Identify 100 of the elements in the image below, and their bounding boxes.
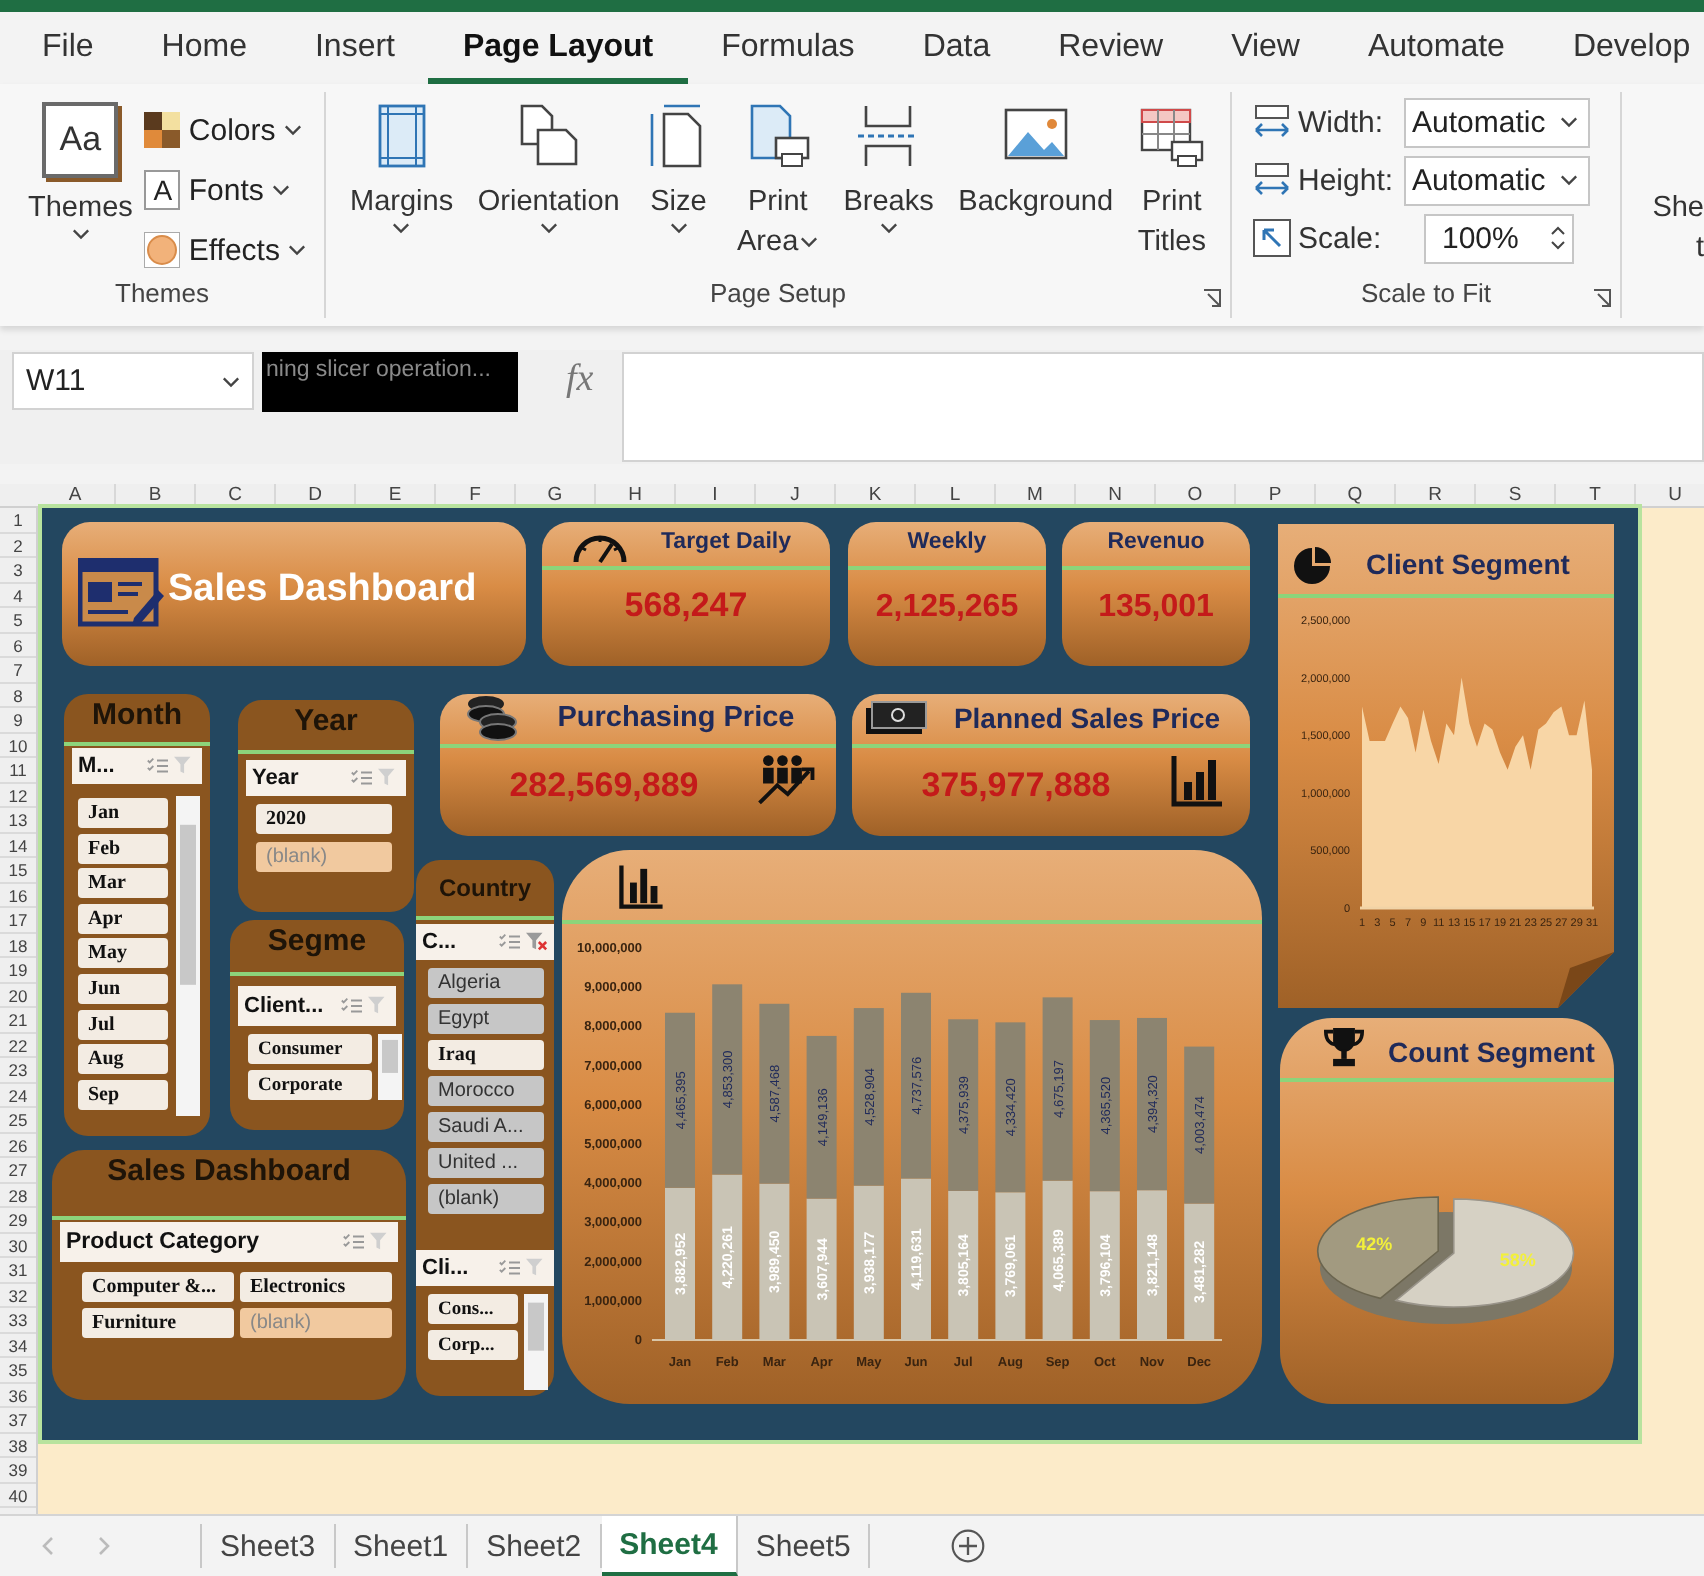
row-header[interactable]: 17: [0, 908, 36, 933]
row-header[interactable]: 30: [0, 1233, 36, 1258]
slicer-item[interactable]: Morocco: [428, 1076, 544, 1106]
row-header[interactable]: 34: [0, 1333, 36, 1358]
ribbon-tab[interactable]: View: [1197, 12, 1334, 84]
ribbon-tab[interactable]: Review: [1024, 12, 1198, 84]
page-setup-button[interactable]: Background: [950, 92, 1122, 278]
page-setup-button[interactable]: Print Area: [729, 92, 827, 278]
row-header[interactable]: 28: [0, 1183, 36, 1208]
page-setup-button[interactable]: Orientation: [469, 92, 628, 278]
slicer-item[interactable]: Saudi A...: [428, 1112, 544, 1142]
ribbon-tab[interactable]: Home: [127, 12, 281, 84]
insert-function-button[interactable]: fx: [566, 358, 618, 402]
slicer-item[interactable]: Computer &...: [82, 1272, 234, 1302]
slicer-item[interactable]: United ...: [428, 1148, 544, 1178]
row-header[interactable]: 22: [0, 1033, 36, 1058]
row-header[interactable]: 5: [0, 608, 36, 633]
row-header[interactable]: 37: [0, 1408, 36, 1433]
scrollbar[interactable]: [378, 1034, 402, 1100]
row-header[interactable]: 33: [0, 1308, 36, 1333]
row-header[interactable]: 24: [0, 1083, 36, 1108]
row-header[interactable]: 15: [0, 858, 36, 883]
page-setup-button[interactable]: Print Titles: [1129, 92, 1214, 278]
row-header[interactable]: 10: [0, 733, 36, 758]
row-header[interactable]: 35: [0, 1358, 36, 1383]
ribbon-tab[interactable]: Develop: [1538, 12, 1704, 84]
row-header[interactable]: 8: [0, 683, 36, 708]
ribbon-tab[interactable]: Insert: [280, 12, 429, 84]
slicer-item[interactable]: Jul: [78, 1009, 168, 1040]
name-box[interactable]: W11: [12, 352, 254, 410]
formula-input[interactable]: [622, 352, 1704, 462]
row-header[interactable]: 4: [0, 583, 36, 608]
row-header[interactable]: 21: [0, 1008, 36, 1033]
row-header[interactable]: 23: [0, 1058, 36, 1083]
page-setup-button[interactable]: Margins: [342, 92, 462, 278]
ribbon-tab[interactable]: File: [8, 12, 128, 84]
slicer-item[interactable]: Jun: [78, 973, 168, 1004]
sheet-tab[interactable]: Sheet3: [202, 1524, 336, 1568]
row-header[interactable]: 32: [0, 1283, 36, 1308]
scroll-left-icon[interactable]: [40, 1536, 56, 1556]
slicer-item[interactable]: Iraq: [428, 1040, 544, 1070]
multi-select-icon[interactable]: [340, 996, 362, 1016]
slicer-item[interactable]: (blank): [428, 1184, 544, 1214]
slicer-item[interactable]: Furniture: [82, 1308, 234, 1338]
dropdown-field[interactable]: Automatic: [1404, 97, 1590, 147]
ribbon-button-label[interactable]: t: [1695, 228, 1704, 268]
scrollbar[interactable]: [524, 1294, 548, 1390]
sheet-tab[interactable]: Sheet1: [335, 1524, 469, 1568]
multi-select-icon[interactable]: [498, 932, 520, 952]
slicer-item[interactable]: May: [78, 938, 168, 969]
row-header[interactable]: 6: [0, 633, 36, 658]
slicer-item[interactable]: Feb: [78, 833, 168, 864]
scroll-right-icon[interactable]: [96, 1536, 112, 1556]
ribbon-tab[interactable]: Automate: [1333, 12, 1539, 84]
row-header[interactable]: 7: [0, 658, 36, 683]
row-header[interactable]: 38: [0, 1433, 36, 1458]
slicer-item[interactable]: Mar: [78, 868, 168, 899]
row-header[interactable]: 40: [0, 1483, 36, 1508]
add-sheet-icon[interactable]: [950, 1528, 987, 1564]
spinner-field[interactable]: 100%: [1424, 213, 1574, 263]
page-setup-button[interactable]: Size: [636, 92, 721, 278]
slicer-item[interactable]: Consumer: [248, 1034, 372, 1064]
slicer-item[interactable]: Algeria: [428, 968, 544, 998]
row-header[interactable]: 39: [0, 1458, 36, 1483]
row-header[interactable]: 25: [0, 1108, 36, 1133]
row-header[interactable]: 11: [0, 758, 36, 783]
slicer-item[interactable]: Jan: [78, 798, 168, 828]
row-header[interactable]: 2: [0, 533, 36, 558]
theme-option-button[interactable]: Colors: [144, 108, 306, 152]
slicer-item[interactable]: Corp...: [428, 1330, 518, 1360]
ribbon-button-label[interactable]: She: [1652, 188, 1704, 228]
ribbon-tab[interactable]: Data: [888, 12, 1025, 84]
theme-option-button[interactable]: Effects: [144, 228, 306, 272]
slicer-item[interactable]: Corporate: [248, 1070, 372, 1100]
row-header[interactable]: 36: [0, 1383, 36, 1408]
row-header[interactable]: 29: [0, 1208, 36, 1233]
slicer-item[interactable]: Apr: [78, 903, 168, 934]
themes-button[interactable]: Aa Themes: [0, 92, 145, 278]
ribbon-tab[interactable]: Formulas: [687, 12, 889, 84]
slicer-item[interactable]: Electronics: [240, 1272, 392, 1302]
multi-select-icon[interactable]: [342, 1232, 364, 1252]
slicer-item[interactable]: Aug: [78, 1044, 168, 1075]
page-setup-button[interactable]: Breaks: [835, 92, 942, 278]
slicer-item[interactable]: Egypt: [428, 1004, 544, 1034]
row-header[interactable]: 18: [0, 933, 36, 958]
row-header[interactable]: 14: [0, 833, 36, 858]
row-header[interactable]: 19: [0, 958, 36, 983]
row-header[interactable]: 13: [0, 808, 36, 833]
spinner-arrows-icon[interactable]: [1550, 222, 1566, 254]
row-header[interactable]: 31: [0, 1258, 36, 1283]
multi-select-icon[interactable]: [146, 756, 168, 776]
row-header[interactable]: 20: [0, 983, 36, 1008]
slicer-item[interactable]: Cons...: [428, 1294, 518, 1324]
multi-select-icon[interactable]: [498, 1258, 520, 1278]
row-header[interactable]: 26: [0, 1133, 36, 1158]
dialog-launcher-icon[interactable]: [1592, 288, 1612, 308]
row-header[interactable]: 16: [0, 883, 36, 908]
slicer-item[interactable]: 2020: [256, 804, 392, 834]
row-header[interactable]: 27: [0, 1158, 36, 1183]
dropdown-field[interactable]: Automatic: [1404, 155, 1590, 205]
